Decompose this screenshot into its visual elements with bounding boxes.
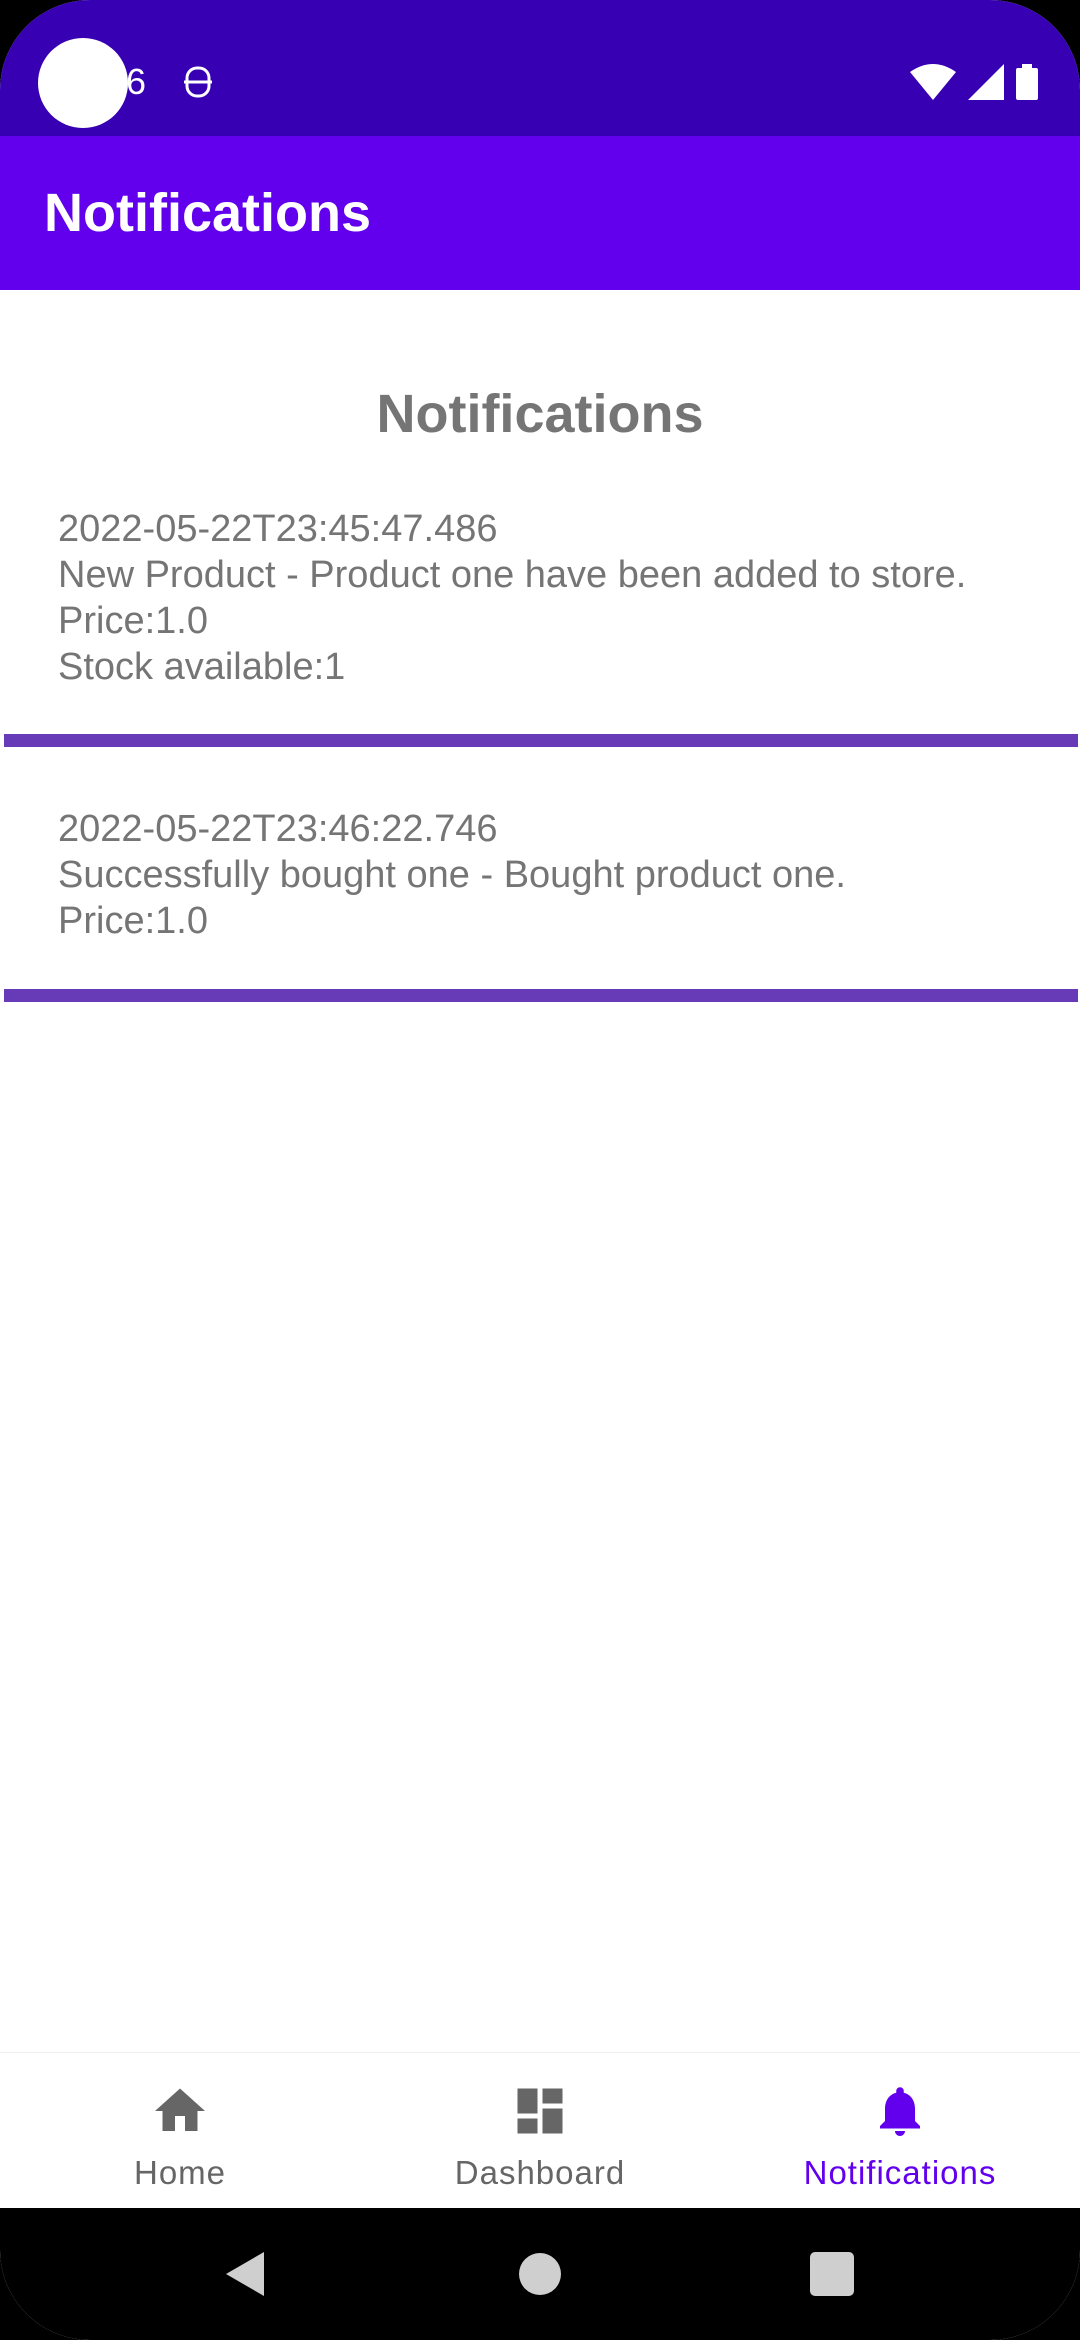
notification-app-icon bbox=[184, 66, 212, 98]
back-icon[interactable] bbox=[216, 2244, 276, 2304]
notification-price: Price:1.0 bbox=[58, 900, 208, 942]
camera-cutout bbox=[38, 38, 128, 128]
dashboard-icon bbox=[517, 2088, 563, 2134]
notifications-list[interactable]: Notifications 2022-05-22T23:45:47.486 Ne… bbox=[0, 290, 1080, 2052]
nav-label-notifications: Notifications bbox=[803, 2154, 997, 2191]
notification-stock: Stock available:1 bbox=[58, 646, 346, 688]
notification-message: Successfully bought one - Bought product… bbox=[58, 854, 846, 896]
status-time: 6 bbox=[126, 61, 147, 102]
recents-icon[interactable] bbox=[802, 2244, 862, 2304]
page-title: Notifications bbox=[376, 384, 704, 444]
battery-icon bbox=[1016, 64, 1038, 100]
wifi-icon bbox=[910, 64, 956, 100]
notification-item[interactable]: 2022-05-22T23:45:47.486 New Product - Pr… bbox=[58, 506, 1058, 690]
notification-timestamp: 2022-05-22T23:46:22.746 bbox=[58, 808, 498, 850]
notification-timestamp: 2022-05-22T23:45:47.486 bbox=[58, 508, 498, 550]
notification-price: Price:1.0 bbox=[58, 600, 208, 642]
nav-label-home: Home bbox=[133, 2154, 227, 2191]
divider bbox=[4, 989, 1078, 1002]
app-bar: Notifications bbox=[0, 136, 1080, 290]
nav-item-notifications[interactable]: Notifications bbox=[720, 2053, 1080, 2209]
system-navigation-bar bbox=[0, 2208, 1080, 2340]
nav-item-dashboard[interactable]: Dashboard bbox=[360, 2053, 720, 2209]
nav-item-home[interactable]: Home bbox=[0, 2053, 360, 2209]
notification-item[interactable]: 2022-05-22T23:46:22.746 Successfully bou… bbox=[58, 806, 1058, 944]
signal-icon bbox=[968, 64, 1004, 100]
notification-message: New Product - Product one have been adde… bbox=[58, 554, 967, 596]
status-icons bbox=[910, 62, 1038, 102]
bell-icon bbox=[880, 2087, 920, 2136]
nav-label-dashboard: Dashboard bbox=[454, 2154, 626, 2191]
phone-screen: 6 Notifications Notifications 2022-05-22… bbox=[0, 0, 1080, 2340]
status-bar: 6 bbox=[0, 0, 1080, 136]
home-icon bbox=[155, 2088, 205, 2131]
bottom-navigation: Home Dashboard Notifications bbox=[0, 2052, 1080, 2208]
home-button-icon[interactable] bbox=[510, 2244, 570, 2304]
divider bbox=[4, 734, 1078, 747]
app-bar-title: Notifications bbox=[44, 183, 372, 243]
